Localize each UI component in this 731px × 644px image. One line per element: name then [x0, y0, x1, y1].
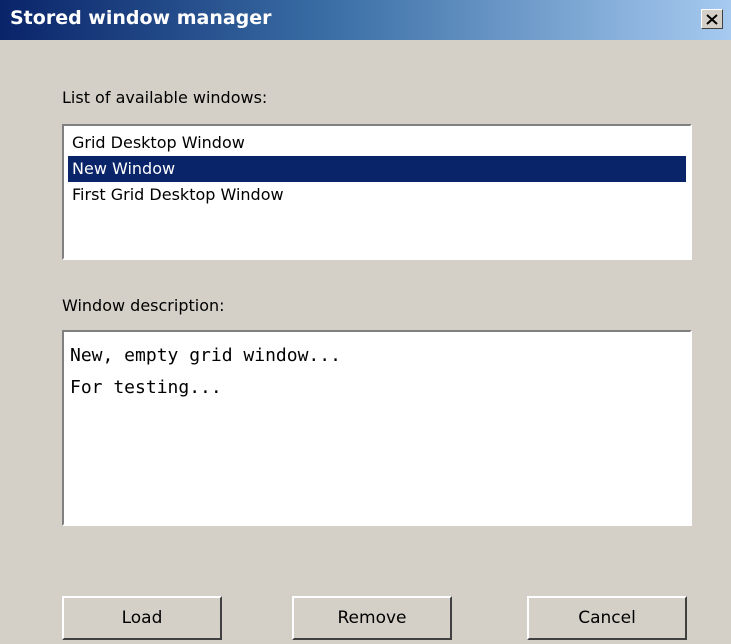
close-button[interactable]	[701, 9, 723, 29]
cancel-button[interactable]: Cancel	[527, 596, 687, 640]
description-label: Window description:	[62, 296, 225, 315]
window-description-textarea[interactable]: New, empty grid window... For testing...	[62, 330, 692, 526]
list-item-new-window[interactable]: New Window	[68, 156, 686, 182]
window-title: Stored window manager	[10, 7, 272, 29]
description-line: For testing...	[70, 377, 222, 398]
close-icon	[706, 13, 718, 25]
remove-button[interactable]: Remove	[292, 596, 452, 640]
stored-window-manager-dialog: Stored window manager List of available …	[0, 0, 731, 644]
title-bar[interactable]: Stored window manager	[0, 0, 731, 40]
windows-listbox[interactable]: Grid Desktop Window New Window First Gri…	[62, 124, 692, 260]
list-label: List of available windows:	[62, 88, 268, 107]
description-line: New, empty grid window...	[70, 345, 341, 366]
list-item-first-grid-desktop-window[interactable]: First Grid Desktop Window	[68, 182, 686, 208]
load-button[interactable]: Load	[62, 596, 222, 640]
list-item-grid-desktop-window[interactable]: Grid Desktop Window	[68, 130, 686, 156]
